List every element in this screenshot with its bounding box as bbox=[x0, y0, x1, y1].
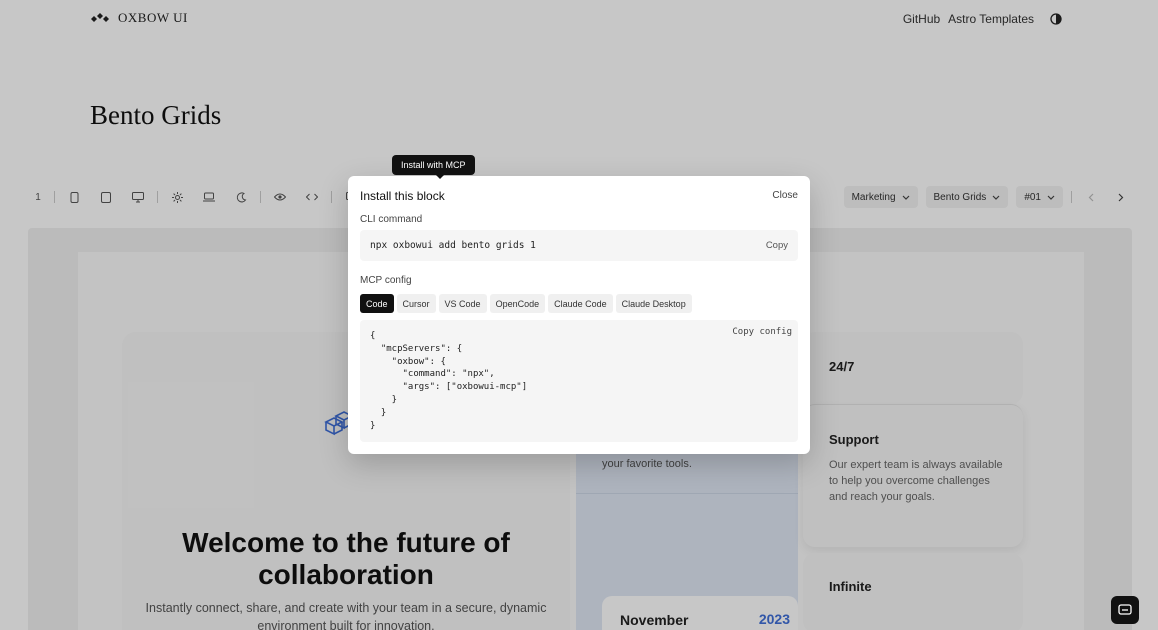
tab-opencode[interactable]: OpenCode bbox=[489, 294, 546, 313]
chat-icon bbox=[1118, 603, 1132, 615]
install-mcp-tooltip: Install with MCP bbox=[392, 155, 475, 179]
copy-cli-button[interactable]: Copy bbox=[766, 240, 788, 251]
cli-command-text: npx oxbowui add bento grids 1 bbox=[370, 240, 536, 251]
tab-claude-desktop[interactable]: Claude Desktop bbox=[615, 294, 692, 313]
mcp-config-code-box: { "mcpServers": { "oxbow": { "command": … bbox=[360, 320, 798, 442]
mcp-config-tabs: Code Cursor VS Code OpenCode Claude Code… bbox=[360, 294, 692, 313]
copy-config-button[interactable]: Copy config bbox=[732, 327, 792, 337]
close-button[interactable]: Close bbox=[772, 190, 798, 201]
cli-command-box: npx oxbowui add bento grids 1 Copy bbox=[360, 230, 798, 261]
chat-button[interactable] bbox=[1111, 596, 1139, 624]
modal-title: Install this block bbox=[360, 189, 445, 203]
tab-vs-code[interactable]: VS Code bbox=[438, 294, 487, 313]
cli-command-label: CLI command bbox=[360, 214, 423, 225]
tab-cursor[interactable]: Cursor bbox=[396, 294, 436, 313]
tab-claude-code[interactable]: Claude Code bbox=[548, 294, 613, 313]
mcp-config-code: { "mcpServers": { "oxbow": { "command": … bbox=[370, 331, 528, 431]
tab-code[interactable]: Code bbox=[360, 294, 394, 313]
install-block-modal: Install this block Close CLI command npx… bbox=[348, 176, 810, 454]
mcp-config-label: MCP config bbox=[360, 275, 412, 286]
